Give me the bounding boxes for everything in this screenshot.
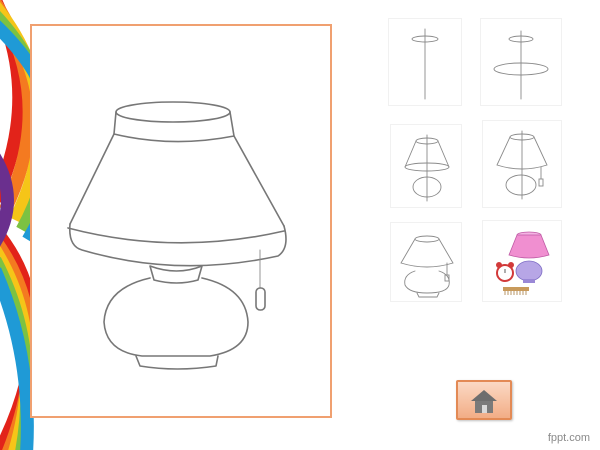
- step-thumbnail-4[interactable]: [482, 120, 562, 208]
- lamp-step-6-colored-icon: [496, 231, 550, 295]
- lamp-step-1-guides-icon: [411, 28, 439, 100]
- home-button[interactable]: [456, 380, 512, 420]
- lamp-drawing: [67, 101, 287, 370]
- house-icon: [471, 390, 497, 413]
- step-thumbnail-6[interactable]: [482, 220, 562, 302]
- lamp-step-4-shade-icon: [496, 130, 548, 200]
- lamp-step-5-lineart-icon: [400, 235, 454, 298]
- step-thumbnail-5[interactable]: [390, 222, 462, 302]
- step-thumbnail-3[interactable]: [390, 124, 462, 208]
- step-thumbnail-1[interactable]: [388, 18, 462, 106]
- watermark-text: fppt.com: [547, 432, 590, 444]
- main-drawing-frame: [30, 24, 332, 418]
- lamp-step-2-ellipses-icon: [493, 30, 549, 100]
- step-thumbnail-2[interactable]: [480, 18, 562, 106]
- lamp-step-3-outline-icon: [404, 134, 450, 202]
